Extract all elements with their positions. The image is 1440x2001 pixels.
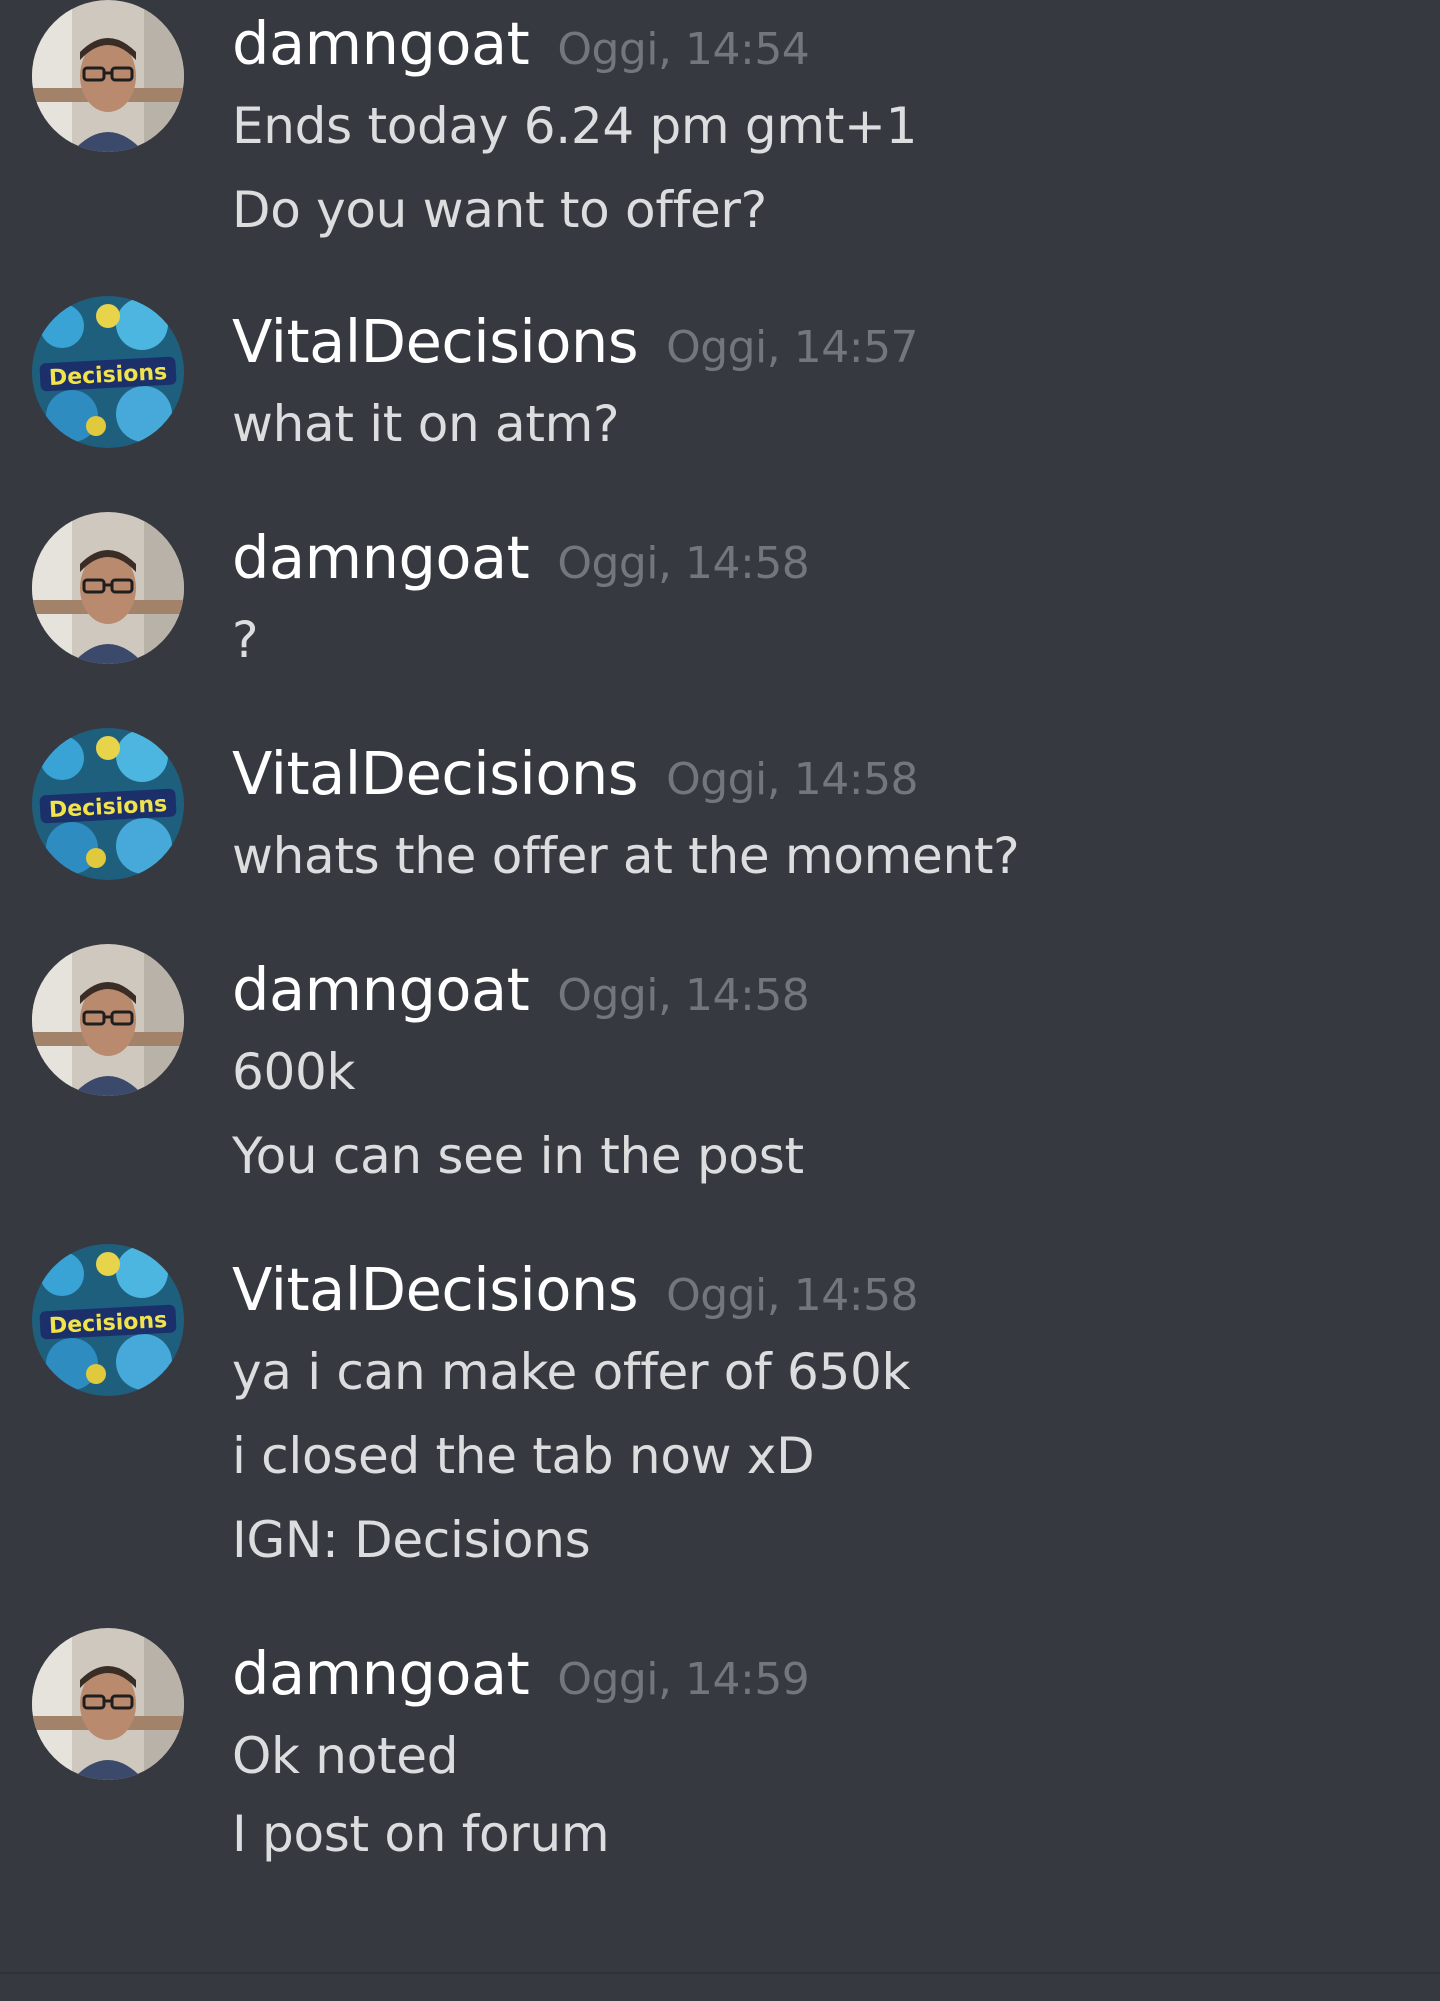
timestamp: Oggi, 14:59: [557, 1654, 810, 1705]
decisions-logo-icon: Decisions: [32, 1244, 184, 1396]
user-avatar[interactable]: Decisions: [32, 296, 184, 448]
username[interactable]: damngoat: [232, 950, 530, 1030]
face-photo-icon: [32, 512, 184, 664]
timestamp: Oggi, 14:58: [557, 538, 810, 589]
message-text: whats the offer at the moment?: [232, 827, 1020, 885]
message-text: ya i can make offer of 650k: [232, 1343, 911, 1401]
message-header: VitalDecisions Oggi, 14:57: [232, 302, 919, 382]
decisions-logo-icon: Decisions: [32, 296, 184, 448]
timestamp: Oggi, 14:58: [666, 754, 919, 805]
message-header: damngoat Oggi, 14:59: [232, 1634, 810, 1714]
message-text: what it on atm?: [232, 395, 620, 453]
timestamp: Oggi, 14:54: [557, 24, 810, 75]
message-text: i closed the tab now xD: [232, 1427, 815, 1485]
timestamp: Oggi, 14:57: [666, 322, 919, 373]
decisions-logo-icon: Decisions: [32, 728, 184, 880]
face-photo-icon: [32, 0, 184, 152]
message-header: damngoat Oggi, 14:54: [232, 4, 810, 84]
user-avatar[interactable]: Decisions: [32, 1244, 184, 1396]
username[interactable]: damngoat: [232, 4, 530, 84]
message-text: ?: [232, 611, 259, 669]
username[interactable]: VitalDecisions: [232, 1250, 639, 1330]
message-text: Ok noted: [232, 1727, 459, 1785]
face-photo-icon: [32, 944, 184, 1096]
user-avatar[interactable]: [32, 944, 184, 1096]
message-text: Ends today 6.24 pm gmt+1: [232, 97, 918, 155]
username[interactable]: VitalDecisions: [232, 302, 639, 382]
username[interactable]: VitalDecisions: [232, 734, 639, 814]
message-text: Do you want to offer?: [232, 181, 767, 239]
chat-messages: damngoat Oggi, 14:54 Ends today 6.24 pm …: [0, 0, 1440, 2001]
user-avatar[interactable]: [32, 1628, 184, 1780]
message-header: VitalDecisions Oggi, 14:58: [232, 734, 919, 814]
divider: [0, 1972, 1440, 1974]
user-avatar[interactable]: Decisions: [32, 728, 184, 880]
message-header: damngoat Oggi, 14:58: [232, 518, 810, 598]
username[interactable]: damngoat: [232, 1634, 530, 1714]
user-avatar[interactable]: [32, 512, 184, 664]
message-text: I post on forum: [232, 1805, 610, 1863]
message-text: IGN: Decisions: [232, 1511, 591, 1569]
face-photo-icon: [32, 1628, 184, 1780]
message-text: You can see in the post: [232, 1127, 804, 1185]
timestamp: Oggi, 14:58: [557, 970, 810, 1021]
user-avatar[interactable]: [32, 0, 184, 152]
message-header: VitalDecisions Oggi, 14:58: [232, 1250, 919, 1330]
username[interactable]: damngoat: [232, 518, 530, 598]
timestamp: Oggi, 14:58: [666, 1270, 919, 1321]
message-text: 600k: [232, 1043, 356, 1101]
message-header: damngoat Oggi, 14:58: [232, 950, 810, 1030]
